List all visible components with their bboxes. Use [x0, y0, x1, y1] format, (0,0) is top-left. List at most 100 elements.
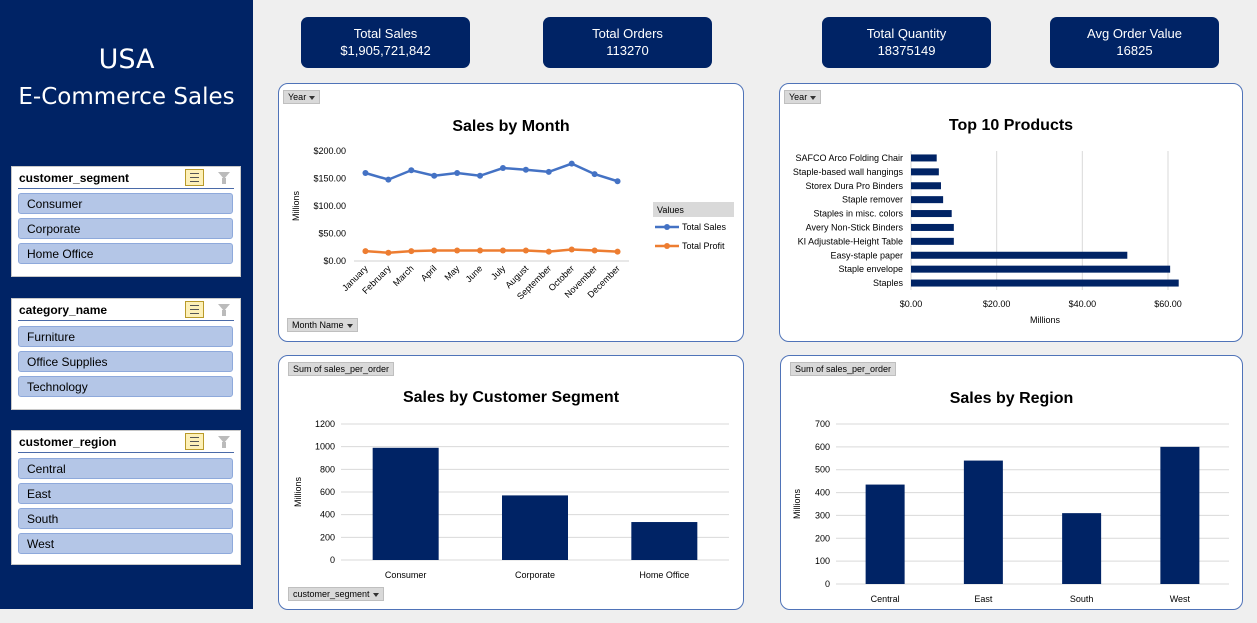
- field-button-label: Month Name: [292, 320, 344, 330]
- bar-easy-staple-paper: [911, 251, 1128, 259]
- bar-staple-envelope: [911, 265, 1171, 273]
- chart-panel-top-10-products: Year Top 10 Products $0.00 $20.00 $40.00 $6…: [779, 83, 1243, 342]
- y-tick-label: 700: [815, 419, 830, 429]
- data-point: [454, 247, 461, 254]
- slicer-title: customer_region: [19, 435, 117, 449]
- y-axis-label: Millions: [293, 477, 303, 508]
- slicer-item-west[interactable]: West: [18, 533, 233, 554]
- category-label: Staple envelope: [838, 264, 903, 274]
- clear-filter-icon[interactable]: [216, 435, 232, 449]
- y-axis-label: Millions: [291, 191, 301, 222]
- category-label: Easy-staple paper: [830, 250, 903, 260]
- data-point: [545, 168, 552, 175]
- y-tick-label: 400: [320, 510, 335, 520]
- bar-staples: [911, 279, 1179, 287]
- data-point: [362, 170, 369, 176]
- data-point: [591, 247, 598, 254]
- chevron-down-icon: [346, 323, 353, 328]
- data-point: [408, 248, 415, 255]
- data-point: [454, 170, 461, 176]
- kpi-total-sales: Total Sales $1,905,721,842: [301, 17, 470, 68]
- y-tick-label: 0: [825, 579, 830, 589]
- data-point: [522, 247, 529, 254]
- category-label: East: [974, 594, 993, 604]
- bar-corporate: [502, 495, 568, 560]
- data-point: [477, 172, 484, 179]
- category-label: Staples in misc. colors: [813, 209, 903, 219]
- chart-panel-sales-by-month: Year Sales by Month $0.00 $50.00 $100.00 $1…: [278, 83, 744, 342]
- data-point: [362, 248, 369, 255]
- sales-by-customer-segment-chart: 0 200 400 600 800 1000 1200 Millions Consumer Cor…: [293, 419, 729, 580]
- y-tick-label: 0: [330, 555, 335, 565]
- multi-select-icon[interactable]: [185, 433, 204, 450]
- data-point: [591, 171, 598, 178]
- kpi-value: $1,905,721,842: [340, 43, 431, 58]
- data-point: [522, 166, 529, 173]
- data-point: [408, 167, 415, 174]
- field-button-label: customer_segment: [293, 589, 370, 599]
- bar-home-office: [631, 522, 698, 560]
- category-label: Staple-based wall hangings: [793, 167, 904, 177]
- kpi-value: 113270: [606, 43, 649, 58]
- category-label: Staple remover: [842, 195, 903, 205]
- slicer-customer-segment: customer_segment Consumer Corporate Home…: [11, 166, 241, 277]
- data-point: [431, 247, 438, 254]
- category-label: West: [1170, 594, 1191, 604]
- kpi-label: Avg Order Value: [1087, 26, 1182, 41]
- y-tick-label: $50.00: [318, 229, 346, 239]
- multi-select-icon[interactable]: [185, 169, 204, 186]
- legend-label: Total Sales: [682, 222, 727, 232]
- x-axis-label: Millions: [1030, 315, 1061, 325]
- slicer-item-central[interactable]: Central: [18, 458, 233, 479]
- bar-ki-adjustable-height-table: [911, 237, 954, 245]
- bar-consumer: [372, 447, 439, 560]
- legend-label: Total Profit: [682, 241, 725, 251]
- slicer-header: category_name: [18, 299, 234, 321]
- data-point: [499, 247, 506, 254]
- bar-avery-non-stick-binders: [911, 223, 954, 231]
- data-point: [568, 160, 575, 167]
- data-point: [431, 172, 438, 179]
- slicer-item-consumer[interactable]: Consumer: [18, 193, 233, 214]
- customer-segment-filter-button[interactable]: customer_segment: [288, 587, 384, 601]
- x-tick-label: $40.00: [1069, 299, 1097, 309]
- top-10-products-chart: $0.00 $20.00 $40.00 $60.00 Millions SAFCO Arc…: [793, 151, 1182, 325]
- slicer-title: category_name: [19, 303, 108, 317]
- sales-by-region-chart: 0 100 200 300 400 500 600 700 Millions Central Eas…: [792, 419, 1229, 604]
- y-tick-label: $100.00: [313, 201, 346, 211]
- kpi-label: Total Sales: [353, 26, 418, 41]
- category-label: South: [1070, 594, 1094, 604]
- y-tick-label: 500: [815, 465, 830, 475]
- kpi-value: 16825: [1116, 43, 1153, 58]
- slicer-item-furniture[interactable]: Furniture: [18, 326, 233, 347]
- month-name-filter-button[interactable]: Month Name: [287, 318, 358, 332]
- data-point: [385, 249, 392, 256]
- multi-select-icon[interactable]: [185, 301, 204, 318]
- y-tick-label: 600: [320, 487, 335, 497]
- x-tick-label: April: [419, 263, 439, 283]
- slicer-item-office-supplies[interactable]: Office Supplies: [18, 351, 233, 372]
- legend-title: Values: [657, 205, 684, 215]
- slicer-item-south[interactable]: South: [18, 508, 233, 529]
- slicer-item-technology[interactable]: Technology: [18, 376, 233, 397]
- clear-filter-icon[interactable]: [216, 303, 232, 317]
- legend-marker: [664, 243, 670, 249]
- y-tick-label: $150.00: [313, 174, 346, 184]
- kpi-label: Total Orders: [592, 26, 663, 41]
- data-point: [568, 246, 575, 253]
- bar-central: [865, 484, 905, 584]
- dashboard-title-line2: E-Commerce Sales: [18, 84, 235, 110]
- category-label: Avery Non-Stick Binders: [806, 222, 904, 232]
- x-tick-label: $0.00: [900, 299, 923, 309]
- data-point: [614, 178, 621, 185]
- category-label: Staples: [873, 278, 904, 288]
- slicer-item-home-office[interactable]: Home Office: [18, 243, 233, 264]
- y-tick-label: 400: [815, 488, 830, 498]
- category-label: Storex Dura Pro Binders: [805, 181, 903, 191]
- data-point: [477, 247, 484, 254]
- sales-by-month-chart: $0.00 $50.00 $100.00 $150.00 $200.00 Millions…: [291, 146, 734, 302]
- slicer-item-east[interactable]: East: [18, 483, 233, 504]
- slicer-header: customer_region: [18, 431, 234, 453]
- clear-filter-icon[interactable]: [216, 171, 232, 185]
- slicer-item-corporate[interactable]: Corporate: [18, 218, 233, 239]
